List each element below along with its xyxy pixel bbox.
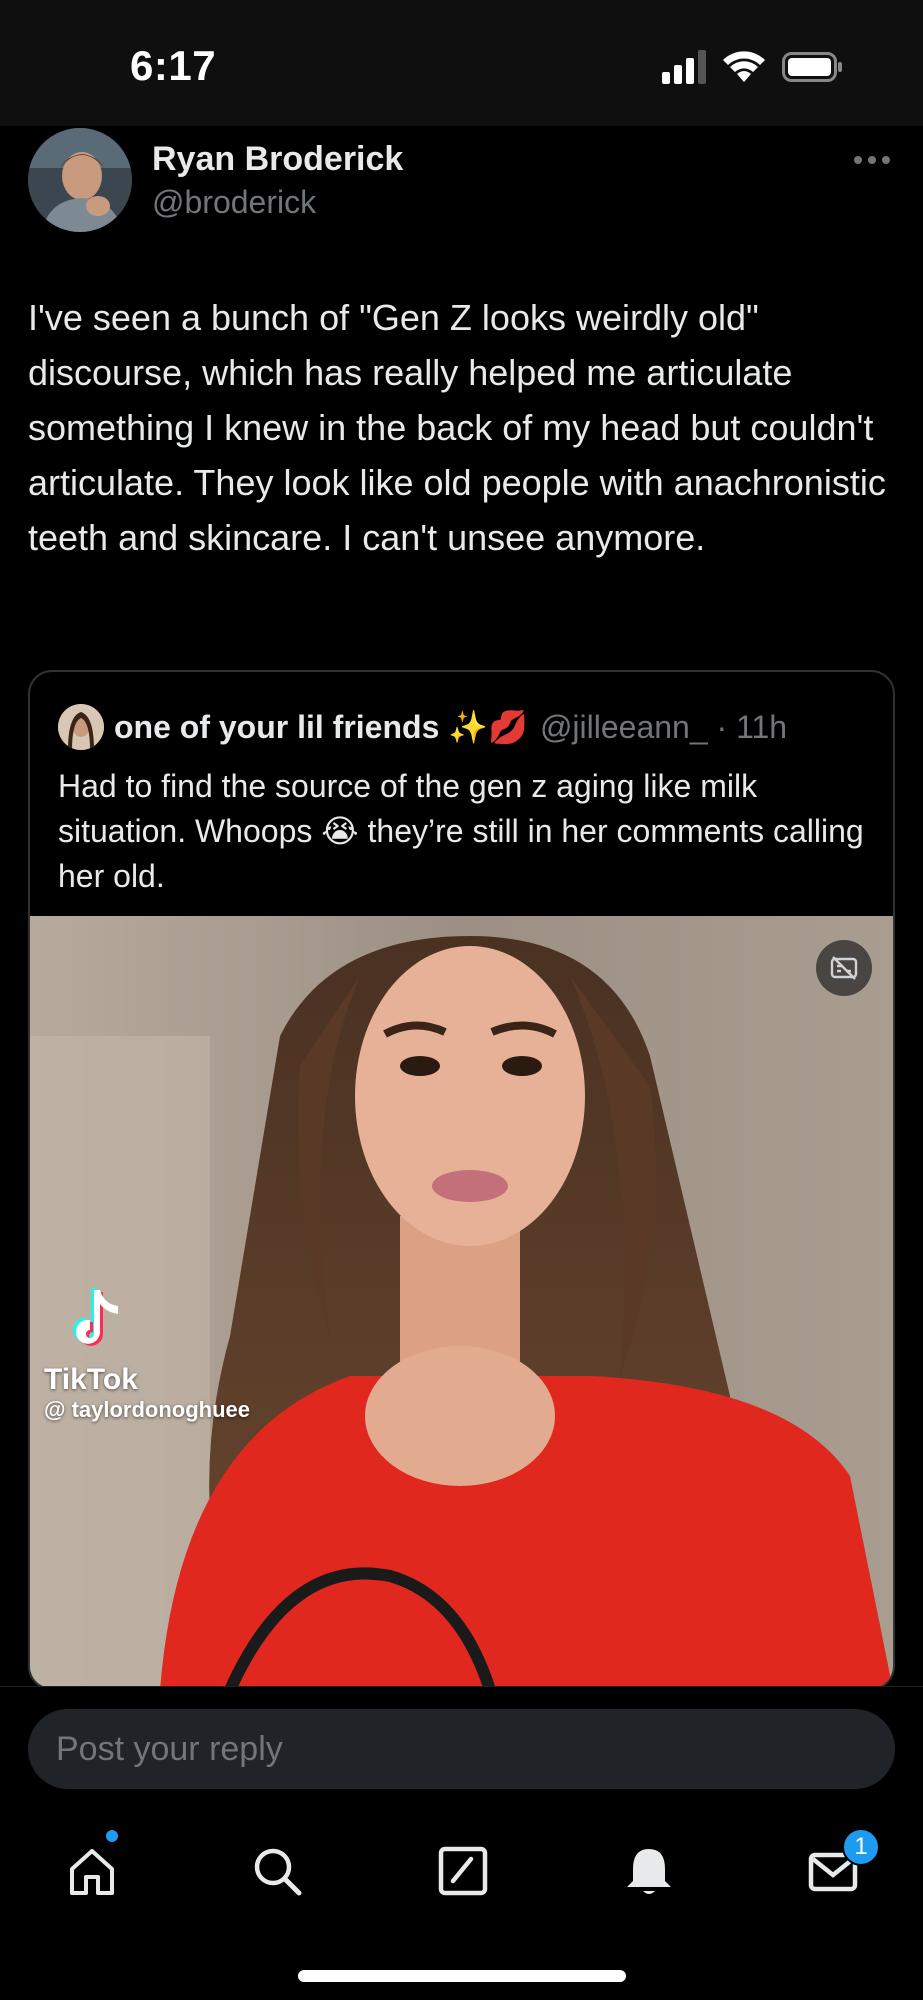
tab-compose[interactable] xyxy=(428,1836,498,1906)
author-handle[interactable]: @broderick xyxy=(152,184,316,221)
quoted-author-name[interactable]: one of your lil friends ✨💋 xyxy=(114,708,528,746)
home-icon xyxy=(70,1849,114,1895)
reply-input[interactable] xyxy=(28,1709,895,1789)
tiktok-logo-icon xyxy=(73,1288,118,1346)
cellular-signal-icon xyxy=(662,50,706,84)
tiktok-watermark: TikTok @ taylordonoghuee xyxy=(44,1286,250,1423)
tweet-text: I've seen a bunch of "Gen Z looks weirdl… xyxy=(28,297,886,558)
author-avatar[interactable] xyxy=(28,128,132,232)
wifi-icon xyxy=(723,51,765,82)
home-indicator xyxy=(298,1970,626,1982)
media-settings-button[interactable] xyxy=(816,940,872,996)
quoted-author-avatar[interactable] xyxy=(58,704,104,750)
reply-bar xyxy=(0,1686,923,1816)
status-time: 6:17 xyxy=(130,42,217,89)
tab-home[interactable] xyxy=(57,1836,127,1906)
compose-icon xyxy=(438,1846,488,1896)
quoted-author-handle[interactable]: @jilleeann_ · 11h xyxy=(540,709,787,746)
more-options-icon[interactable] xyxy=(852,150,892,170)
quoted-tweet-text: Had to find the source of the gen z agin… xyxy=(58,768,864,894)
status-bar: 6:17 xyxy=(0,0,923,126)
tab-search[interactable] xyxy=(242,1836,312,1906)
quoted-tweet-header: one of your lil friends ✨💋 @jilleeann_ ·… xyxy=(58,702,787,752)
tiktok-handle-text: @ taylordonoghuee xyxy=(44,1397,251,1422)
tiktok-brand-text: TikTok xyxy=(44,1363,138,1396)
messages-badge: 1 xyxy=(842,1828,880,1866)
search-icon xyxy=(254,1848,302,1896)
quoted-video[interactable]: TikTok @ taylordonoghuee xyxy=(30,916,893,1688)
quoted-tweet-card[interactable]: one of your lil friends ✨💋 @jilleeann_ ·… xyxy=(28,670,895,1690)
tab-notifications[interactable] xyxy=(614,1836,684,1906)
author-name[interactable]: Ryan Broderick xyxy=(152,140,403,179)
battery-icon xyxy=(782,52,842,82)
caption-off-icon xyxy=(830,956,858,980)
home-notification-dot xyxy=(106,1830,118,1842)
notifications-icon xyxy=(627,1849,671,1894)
